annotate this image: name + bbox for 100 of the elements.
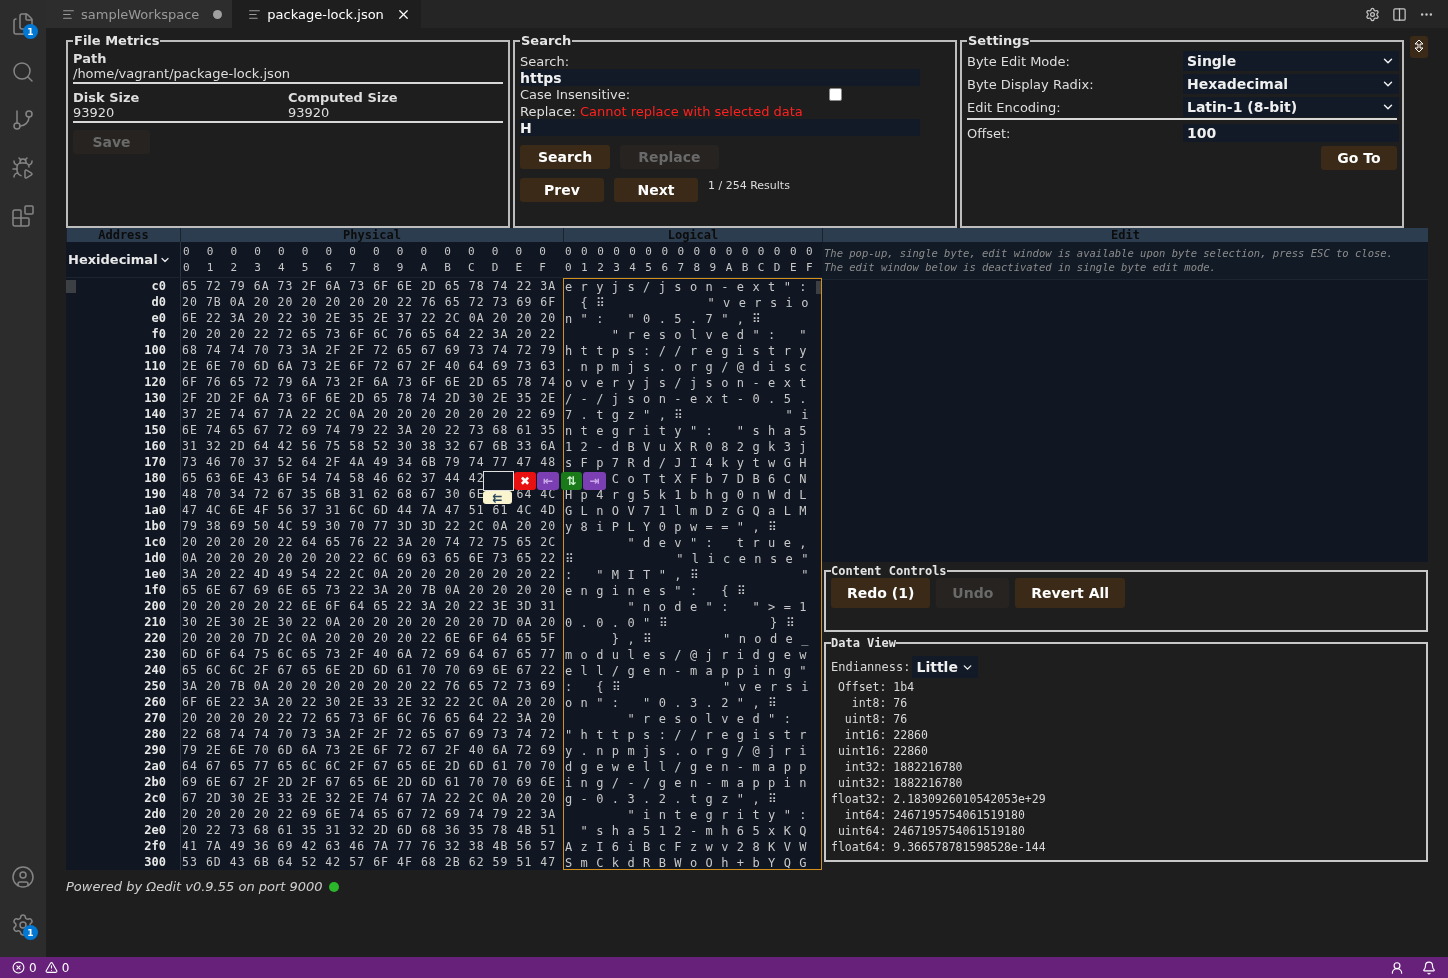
logical-row[interactable]: CoTtXFb7DB6CN: [611, 471, 815, 487]
hex-row[interactable]: 31 32 2D 64 42 56 75 58 52 30 38 32 67 6B 33 6A: [182, 438, 557, 454]
bell-icon[interactable]: [1422, 960, 1436, 975]
hex-row[interactable]: 47 4C 6E 4F 56 37 31 6C 6D 44 7A 47 51 61 4C 4D: [182, 502, 557, 518]
hex-row[interactable]: 6E 74 65 67 72 69 74 79 22 3A 20 22 73 68 61 35: [182, 422, 557, 438]
replace-field[interactable]: H: [520, 119, 920, 136]
logical-row[interactable]: AzI6iBcFzwv28KVW: [565, 839, 815, 855]
logical-row[interactable]: g-0.3.2.tgz",⠿: [565, 791, 817, 807]
logical-row[interactable]: engines": {⠿: [565, 583, 817, 599]
next-button[interactable]: Next: [614, 178, 698, 202]
hex-row[interactable]: 6E 22 3A 20 22 30 2E 35 2E 37 22 2C 0A 20 20 20: [182, 310, 557, 326]
logical-row[interactable]: "resolved":: [627, 711, 815, 727]
hex-row[interactable]: 30 2E 30 2E 30 22 0A 20 20 20 20 20 20 7D 0A 20: [182, 614, 557, 630]
hex-row[interactable]: 2F 2D 2F 6A 73 6F 6E 2D 65 78 74 2D 30 2E 35 2E: [182, 390, 557, 406]
revert-all-button[interactable]: Revert All: [1015, 578, 1126, 608]
settings-icon[interactable]: [11, 913, 35, 937]
logical-row[interactable]: on": "0.3.2",⠿: [565, 695, 817, 711]
editor-tab[interactable]: package-lock.json: [232, 0, 421, 28]
logical-row[interactable]: },⠿ "node_: [611, 631, 817, 647]
logical-row[interactable]: ing/-/gen-mappin: [565, 775, 815, 791]
hex-row[interactable]: 20 20 20 20 22 6E 6F 64 65 22 3A 20 22 3E 3D 31: [182, 598, 557, 614]
error-count[interactable]: 0: [29, 960, 37, 975]
offset-field[interactable]: 100: [1183, 124, 1399, 142]
logical-row[interactable]: "integrity":: [627, 807, 815, 823]
go-to-button[interactable]: Go To: [1321, 146, 1397, 170]
radix-select[interactable]: Hexidecimal: [66, 249, 173, 270]
hex-row[interactable]: 73 46 70 37 52 64 2F 4A 49 34 6B 79 74 77 47 48: [182, 454, 557, 470]
scrollbar-thumb[interactable]: [66, 280, 76, 293]
settings-icon[interactable]: [1365, 6, 1380, 22]
hex-row[interactable]: 20 20 20 22 72 65 73 6F 6C 76 65 64 22 3A 20 22: [182, 326, 557, 342]
select-field[interactable]: Latin-1 (8-bit): [1183, 97, 1399, 117]
hex-row[interactable]: 41 7A 49 36 69 42 63 46 7A 77 76 32 38 4B 56 57: [182, 838, 557, 854]
search-icon[interactable]: [11, 60, 35, 84]
hex-row[interactable]: 53 6D 43 6B 64 52 42 57 6F 4F 68 2B 62 59 51 47: [182, 854, 557, 870]
logical-row[interactable]: eryjs/json-ext":: [565, 279, 815, 295]
warning-count[interactable]: 0: [61, 960, 70, 975]
hex-row[interactable]: 6F 76 65 72 79 6A 73 2F 6A 73 6F 6E 2D 65 78 74: [182, 374, 557, 390]
prev-button[interactable]: Prev: [520, 178, 604, 202]
logical-row[interactable]: 0.0.0"⠿ }⠿: [565, 615, 819, 631]
logical-row[interactable]: ntegrity": "sha5: [565, 423, 815, 439]
error-icon[interactable]: [12, 961, 25, 974]
logical-row[interactable]: y8iPLY0pw==",⠿: [565, 519, 817, 535]
hex-row[interactable]: 0A 20 20 20 20 20 20 22 6C 69 63 65 6E 73 65 22: [182, 550, 557, 566]
hex-row[interactable]: 20 20 20 20 22 69 6E 74 65 67 72 69 74 79 22 3A: [182, 806, 557, 822]
hex-row[interactable]: 2E 6E 70 6D 6A 73 2E 6F 72 67 2F 40 64 69 73 63: [182, 358, 557, 374]
logical-row[interactable]: n": "0.5.7",⠿: [565, 311, 817, 327]
hex-row[interactable]: 20 22 73 68 61 35 31 32 2D 6D 68 36 35 78 4B 51: [182, 822, 557, 838]
hex-row[interactable]: 48 70 34 72 67 35 6B 31 62 68 67 30 6E: [182, 486, 485, 502]
insert-byte-button[interactable]: ⇇: [483, 491, 512, 504]
checkbox[interactable]: [829, 88, 842, 101]
logical-row[interactable]: "resolved": ": [611, 327, 815, 343]
logical-row[interactable]: overyjs/json-ext: [565, 375, 815, 391]
logical-row[interactable]: {⠿ "versio: [580, 295, 817, 311]
select-field[interactable]: Hexadecimal: [1183, 74, 1399, 94]
hex-row[interactable]: 67 2D 30 2E 33 2E 32 2E 74 67 7A 22 2C 0A 20 20: [182, 790, 557, 806]
delete-byte-button[interactable]: ✖: [514, 472, 536, 490]
logical-row[interactable]: "dev": true,: [627, 535, 815, 551]
hex-row[interactable]: 68 74 74 70 73 3A 2F 2F 72 65 67 69 73 74 72 79: [182, 342, 557, 358]
hex-row[interactable]: 65 6E 67 69 6E 65 73 22 3A 20 7B 0A 20 20 20 20: [182, 582, 557, 598]
logical-row[interactable]: dgewell/gen-mapp: [565, 759, 815, 775]
hex-row[interactable]: 79 2E 6E 70 6D 6A 73 2E 6F 72 67 2F 40 6A 72 69: [182, 742, 557, 758]
logical-row[interactable]: sFp7Rd/JI4kytwGH: [565, 455, 815, 471]
logical-row[interactable]: : {⠿ "versi: [565, 679, 817, 695]
hex-row[interactable]: 65 6C 6C 2F 67 65 6E 2D 6D 61 70 70 69 6E 67 22: [182, 662, 557, 678]
logical-row[interactable]: "node": ">=1: [627, 599, 815, 615]
logical-row[interactable]: "sha512-mh65xKQ: [580, 823, 815, 839]
logical-row[interactable]: SmCkdRBWoOh+bYQG: [565, 855, 815, 871]
logical-row[interactable]: https://registry: [565, 343, 815, 359]
logical-row[interactable]: ⠿ "license": [565, 551, 817, 567]
hex-row[interactable]: 65 72 79 6A 73 2F 6A 73 6F 6E 2D 65 78 74 22 3A: [182, 278, 557, 294]
hex-row[interactable]: 20 20 20 7D 2C 0A 20 20 20 20 22 6E 6F 64 65 5F: [182, 630, 557, 646]
hex-row[interactable]: 37 2E 74 67 7A 22 2C 0A 20 20 20 20 20 20 22 69: [182, 406, 557, 422]
branch-icon[interactable]: [11, 108, 35, 132]
logical-row[interactable]: Hp4rg5k1bhg0nWdL: [565, 487, 815, 503]
hex-row[interactable]: 20 20 20 20 22 64 65 76 22 3A 20 74 72 75 65 2C: [182, 534, 557, 550]
byte-edit-field[interactable]: [483, 471, 514, 491]
hex-row[interactable]: 69 6E 67 2F 2D 2F 67 65 6E 2D 6D 61 70 70 69 6E: [182, 774, 557, 790]
collapse-button[interactable]: [1410, 36, 1428, 58]
endianness-select[interactable]: Little: [912, 656, 978, 678]
redo-button[interactable]: Redo (1): [831, 578, 931, 608]
person-icon[interactable]: [1390, 960, 1404, 975]
hex-row[interactable]: 3A 20 22 4D 49 54 22 2C 0A 20 20 20 20 20 20 22: [182, 566, 557, 582]
hex-row[interactable]: 65 63 6E 43 6F 54 74 58 46 62 37 44 42: [182, 470, 485, 486]
blocks-icon[interactable]: [11, 204, 35, 228]
logical-row[interactable]: "https://registr: [565, 727, 815, 743]
hex-row[interactable]: 20 20 20 20 22 72 65 73 6F 6C 76 65 64 22 3A 20: [182, 710, 557, 726]
hex-row[interactable]: 64 67 65 77 65 6C 6C 2F 67 65 6E 2D 6D 61 70 70: [182, 758, 557, 774]
hex-row[interactable]: 6D 6F 64 75 6C 65 73 2F 40 6A 72 69 64 67 65 77: [182, 646, 557, 662]
user-icon[interactable]: [11, 865, 35, 889]
hex-row[interactable]: 79 38 69 50 4C 59 30 70 77 3D 3D 22 2C 0A 20 20: [182, 518, 557, 534]
split-editor-icon[interactable]: [1392, 6, 1407, 22]
logical-row[interactable]: GLnOV71lmDzGQaLM: [565, 503, 815, 519]
hex-row[interactable]: 6F 6E 22 3A 20 22 30 2E 33 2E 32 22 2C 0A 20 20: [182, 694, 557, 710]
logical-row[interactable]: /-/json-ext-0.5.: [565, 391, 815, 407]
logical-row[interactable]: 12-dBVuXR082gk3j: [565, 439, 815, 455]
editor-tab[interactable]: sampleWorkspace: [46, 0, 233, 28]
hex-row[interactable]: 3A 20 7B 0A 20 20 20 20 20 20 22 76 65 72 73 69: [182, 678, 557, 694]
scrollbar-thumb[interactable]: [816, 281, 821, 294]
swap-byte-button[interactable]: ⇅: [561, 472, 582, 490]
warning-icon[interactable]: [44, 961, 58, 974]
